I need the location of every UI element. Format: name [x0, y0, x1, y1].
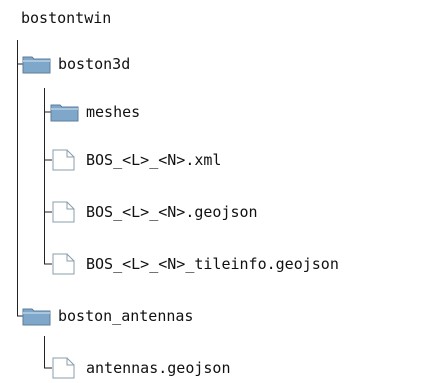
folder-icon — [50, 104, 79, 122]
file-icon — [52, 201, 75, 223]
folder-label-meshes: meshes — [86, 103, 141, 121]
folder-label-boston-antennas: boston_antennas — [58, 307, 194, 325]
file-label-geojson: BOS_<L>_<N>.geojson — [86, 203, 258, 221]
root-connector — [17, 40, 24, 317]
file-icon — [52, 149, 75, 171]
folder-icon — [22, 56, 51, 74]
file-icon — [52, 357, 75, 379]
file-icon — [52, 253, 75, 275]
file-label-tileinfo: BOS_<L>_<N>_tileinfo.geojson — [86, 255, 339, 273]
tree-root-label: bostontwin — [21, 9, 112, 27]
directory-tree: bostontwin boston3d meshes BOS_<L>_<N>.x… — [0, 0, 422, 383]
folder-label-boston3d: boston3d — [58, 55, 131, 73]
file-label-xml: BOS_<L>_<N>.xml — [86, 151, 222, 169]
file-label-antennas-geojson: antennas.geojson — [86, 359, 231, 377]
folder-icon — [22, 308, 51, 326]
